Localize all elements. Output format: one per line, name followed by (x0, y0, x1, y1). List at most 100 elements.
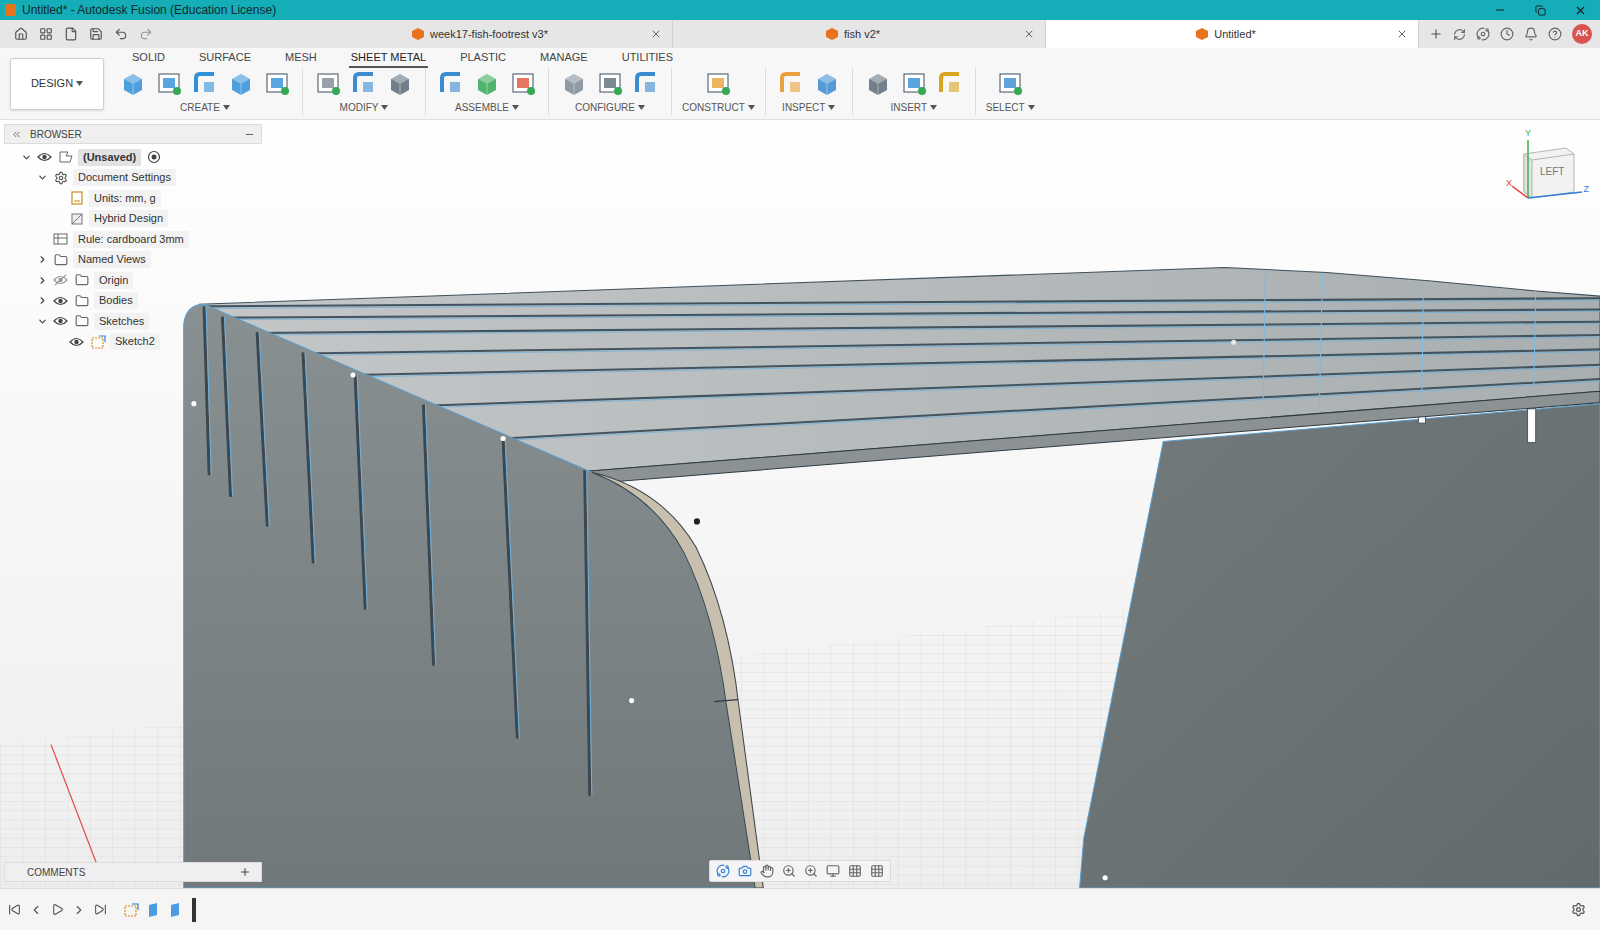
document-tab-label[interactable]: week17-fish-footrest v3* (430, 26, 548, 43)
eye-icon[interactable] (53, 315, 68, 327)
tool-icon[interactable] (118, 68, 148, 98)
ribbon-tab[interactable]: MANAGE (538, 50, 590, 68)
sketch-point[interactable] (694, 518, 700, 524)
tool-icon[interactable] (472, 68, 502, 98)
add-comment-icon[interactable] (239, 866, 251, 878)
view-cube-face-label[interactable]: LEFT (1540, 164, 1564, 179)
tool-group-label[interactable]: CONFIGURE (575, 100, 645, 115)
expanded-arrow-icon[interactable] (37, 172, 48, 183)
canvas[interactable]: BROWSER(Unsaved)Document SettingsUnits: … (0, 120, 1600, 888)
browser-item[interactable]: Units: mm, g (4, 188, 262, 209)
step-forward-icon[interactable] (72, 903, 86, 917)
sketch-point[interactable] (1231, 340, 1236, 345)
eye-hidden-icon[interactable] (53, 274, 68, 286)
tool-icon[interactable] (776, 68, 806, 98)
sketch-point[interactable] (1103, 875, 1108, 880)
tool-icon[interactable] (631, 68, 661, 98)
browser-item[interactable]: Bodies (4, 291, 262, 312)
extensions-icon[interactable] (1453, 28, 1466, 41)
grid-settings-icon[interactable] (848, 864, 862, 878)
tool-group-label[interactable]: INSERT (891, 100, 938, 115)
tool-icon[interactable] (313, 68, 343, 98)
collapsed-arrow-icon[interactable] (37, 254, 48, 265)
tool-group-label[interactable]: INSPECT (782, 100, 835, 115)
collapsed-arrow-icon[interactable] (37, 295, 48, 306)
tool-icon[interactable] (703, 68, 733, 98)
close-button[interactable] (1560, 4, 1600, 17)
notifications-icon[interactable] (1524, 27, 1538, 41)
collapse-browser-icon[interactable] (11, 129, 22, 140)
right-side-panel[interactable] (1080, 404, 1600, 888)
display-settings-icon[interactable] (826, 864, 840, 878)
browser-item-label[interactable]: (Unsaved) (78, 149, 141, 166)
browser-item[interactable]: (Unsaved) (4, 147, 262, 168)
close-tab-icon[interactable] (1023, 28, 1035, 40)
restore-icon[interactable] (1535, 5, 1546, 16)
recent-icon[interactable] (1500, 27, 1514, 41)
help-icon[interactable] (1548, 27, 1562, 41)
tool-icon[interactable] (436, 68, 466, 98)
activate-radio-icon[interactable] (147, 150, 161, 164)
left-side-panel[interactable] (184, 304, 755, 888)
browser-item-label[interactable]: Rule: cardboard 3mm (73, 231, 189, 248)
expanded-arrow-icon[interactable] (21, 152, 32, 163)
tool-icon[interactable] (508, 68, 538, 98)
document-tab[interactable]: fish v2* (673, 20, 1046, 48)
pan-icon[interactable] (760, 864, 774, 878)
tool-group-label[interactable]: MODIFY (340, 100, 389, 115)
tool-icon[interactable] (385, 68, 415, 98)
eye-icon[interactable] (69, 336, 84, 348)
browser-item[interactable]: Sketches (4, 311, 262, 332)
browser-item[interactable]: Sketch2 (4, 332, 262, 353)
tool-group-label[interactable]: CONSTRUCT (682, 100, 755, 115)
restore-button[interactable] (1520, 5, 1560, 16)
home-icon[interactable] (14, 27, 28, 41)
browser-item-label[interactable]: Origin (94, 272, 133, 289)
minimize-icon[interactable] (1494, 4, 1506, 16)
body-feature-icon[interactable] (145, 902, 161, 918)
close-tab-icon[interactable] (650, 28, 662, 40)
ribbon-tab[interactable]: SURFACE (197, 50, 253, 68)
tool-icon[interactable] (812, 68, 842, 98)
view-cube[interactable]: LEFTYXZ (1508, 134, 1588, 214)
tool-group-label[interactable]: ASSEMBLE (455, 100, 519, 115)
tool-group-label[interactable]: CREATE (180, 100, 230, 115)
tool-icon[interactable] (262, 68, 292, 98)
user-avatar[interactable]: AK (1572, 24, 1592, 44)
sketch-point[interactable] (191, 401, 196, 406)
file-icon[interactable] (64, 27, 78, 41)
sketch-point[interactable] (351, 372, 356, 377)
data-panel-icon[interactable] (39, 27, 53, 41)
collapsed-arrow-icon[interactable] (37, 275, 48, 286)
tool-icon[interactable] (226, 68, 256, 98)
orbit-icon[interactable] (716, 864, 730, 878)
browser-item-label[interactable]: Sketch2 (110, 333, 160, 350)
tool-icon[interactable] (863, 68, 893, 98)
document-tab[interactable]: week17-fish-footrest v3* (300, 20, 673, 48)
timeline-marker-icon[interactable] (189, 898, 199, 922)
minimize-button[interactable] (1480, 4, 1520, 16)
timeline-settings-icon[interactable] (1571, 902, 1586, 917)
browser-item-label[interactable]: Document Settings (73, 169, 176, 186)
browser-item-label[interactable]: Bodies (94, 292, 138, 309)
browser-item[interactable]: Origin (4, 270, 262, 291)
ribbon-tab[interactable]: MESH (283, 50, 319, 68)
new-tab-icon[interactable] (1429, 27, 1443, 41)
save-icon[interactable] (89, 27, 103, 41)
job-status-icon[interactable] (1476, 27, 1490, 41)
undo-icon[interactable] (114, 27, 128, 41)
ribbon-tab[interactable]: SOLID (130, 50, 167, 68)
look-at-icon[interactable] (738, 864, 752, 878)
browser-item-label[interactable]: Named Views (73, 251, 151, 268)
body-feature-icon[interactable] (167, 902, 183, 918)
ribbon-tab[interactable]: SHEET METAL (349, 50, 428, 68)
play-icon[interactable] (51, 903, 64, 916)
close-tab-icon[interactable] (1396, 28, 1408, 40)
eye-icon[interactable] (37, 151, 52, 163)
ribbon-tab[interactable]: UTILITIES (620, 50, 675, 68)
minimize-browser-icon[interactable] (244, 129, 255, 140)
zoom-icon[interactable] (782, 864, 796, 878)
browser-item-label[interactable]: Hybrid Design (89, 210, 168, 227)
step-back-icon[interactable] (29, 903, 43, 917)
tool-icon[interactable] (559, 68, 589, 98)
